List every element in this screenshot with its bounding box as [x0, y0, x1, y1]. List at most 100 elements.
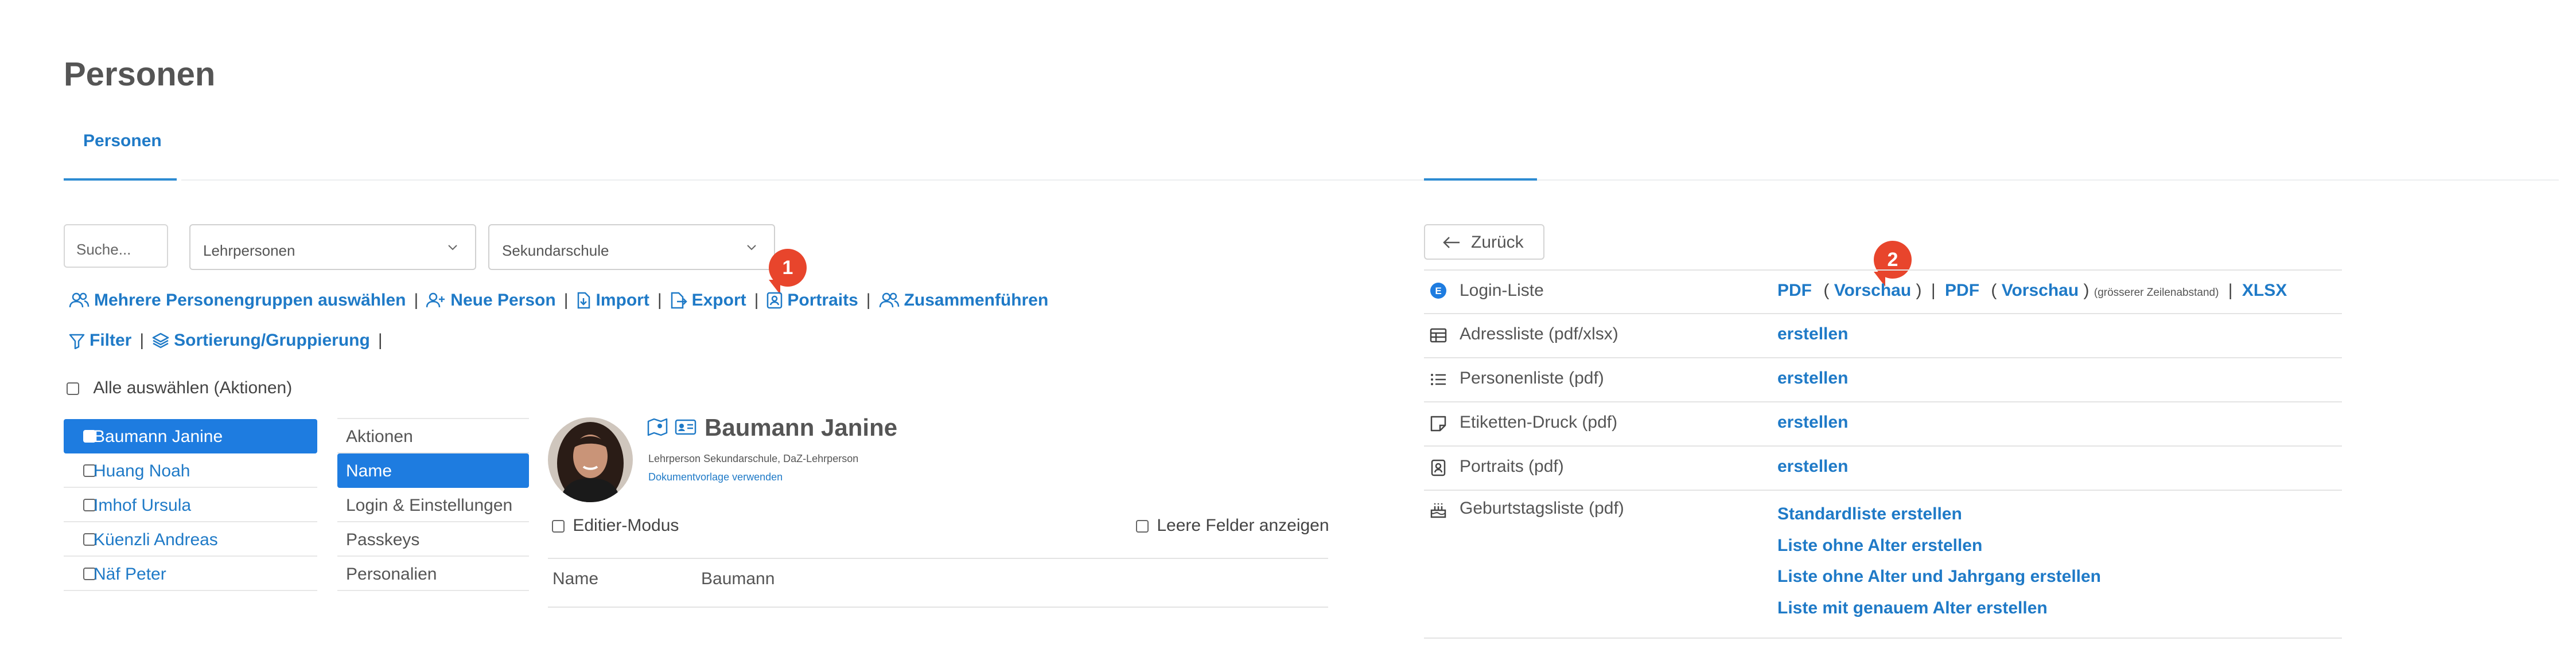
paren-open: ( [1823, 281, 1830, 300]
group-select[interactable]: Lehrpersonen [189, 224, 476, 270]
birthday-standard-link[interactable]: Standardliste erstellen [1777, 504, 1962, 524]
person-name: Baumann Janine [94, 427, 223, 446]
edit-mode-checkbox[interactable] [552, 520, 565, 533]
subnav-label: Personalien [346, 565, 437, 584]
chevron-down-icon [747, 245, 756, 251]
separator: | [866, 291, 871, 310]
row-label: Login-Liste [1460, 281, 1544, 300]
paren-open: ( [1991, 281, 1997, 300]
create-link[interactable]: erstellen [1777, 413, 1848, 432]
portraits-button[interactable]: Portraits [766, 291, 858, 310]
import-button[interactable]: Import [576, 291, 649, 310]
row-label: Portraits (pdf) [1460, 457, 1564, 476]
new-person-label: Neue Person [450, 291, 556, 310]
group-select-value: Lehrpersonen [203, 242, 295, 259]
svg-text:E: E [1435, 285, 1441, 296]
create-link[interactable]: erstellen [1777, 324, 1848, 344]
id-card-icon[interactable] [675, 419, 696, 435]
birthday-no-age-link[interactable]: Liste ohne Alter erstellen [1777, 536, 1982, 556]
tab-bar-line [181, 179, 1570, 181]
page-title: Personen [64, 56, 216, 93]
person-item[interactable]: Baumann Janine [64, 419, 317, 453]
portrait-icon [767, 292, 783, 309]
export-row-persons: Personenliste (pdf) erstellen [1424, 358, 2342, 402]
birthday-no-age-year-link[interactable]: Liste ohne Alter und Jahrgang erstellen [1777, 567, 2101, 586]
paren-close: ) [2083, 281, 2089, 300]
preview-large-link[interactable]: Vorschau [2002, 281, 2079, 300]
subnav-label: Name [346, 461, 392, 480]
person-item[interactable]: Imhof Ursula [64, 488, 317, 522]
select-all-label: Alle auswählen (Aktionen) [93, 378, 293, 397]
pdf-large-link[interactable]: PDF [1945, 281, 1979, 300]
xlsx-link[interactable]: XLSX [2242, 281, 2287, 300]
export-row-login: E Login-Liste PDF ( Vorschau ) | PDF ( V… [1424, 271, 2342, 314]
separator: | [139, 331, 145, 350]
person-detail-name: Baumann Janine [705, 414, 898, 441]
portrait-icon [1431, 459, 1446, 476]
empty-fields-checkbox[interactable] [1136, 520, 1149, 533]
school-select-value: Sekundarschule [502, 242, 609, 259]
user-plus-icon [426, 292, 445, 308]
subnav-item-personalien[interactable]: Personalien [337, 557, 529, 591]
separator: | [563, 291, 569, 310]
file-export-icon [671, 292, 687, 309]
filter-button[interactable]: Filter [69, 331, 131, 350]
separator: | [414, 291, 419, 310]
tab-bar-line-right [1543, 179, 2559, 181]
preview-link[interactable]: Vorschau [1834, 281, 1912, 300]
export-label: Export [691, 291, 746, 310]
export-row-portraits: Portraits (pdf) erstellen [1424, 447, 2342, 491]
map-user-icon[interactable] [647, 418, 668, 436]
edit-mode-toggle[interactable]: Editier-Modus [552, 516, 679, 535]
pdf-link[interactable]: PDF [1777, 281, 1812, 300]
subnav-item-name[interactable]: Name [337, 453, 529, 488]
layers-icon [152, 333, 169, 349]
users-icon [69, 292, 90, 308]
tab-active-indicator [64, 178, 177, 181]
person-detail-subtitle: Lehrperson Sekundarschule, DaZ-Lehrperso… [648, 453, 859, 464]
export-button[interactable]: Export [670, 291, 746, 310]
row-label: Personenliste (pdf) [1460, 369, 1604, 388]
field-label-name: Name [552, 569, 599, 588]
person-item[interactable]: Huang Noah [64, 453, 317, 488]
sort-group-button[interactable]: Sortierung/Gruppierung [152, 331, 370, 350]
separator: | [1931, 281, 1936, 300]
row-label: Geburtstagsliste (pdf) [1460, 499, 1624, 518]
edit-mode-label: Editier-Modus [573, 516, 679, 535]
tab-indicator-right [1424, 178, 1537, 181]
select-all-checkbox[interactable] [67, 382, 79, 395]
create-link[interactable]: erstellen [1777, 457, 1848, 476]
portraits-label: Portraits [787, 291, 858, 310]
empty-fields-label: Leere Felder anzeigen [1157, 516, 1329, 535]
filter-label: Filter [90, 331, 132, 350]
person-name: Näf Peter [94, 565, 166, 584]
subnav-item-login[interactable]: Login & Einstellungen [337, 488, 529, 522]
empty-fields-toggle[interactable]: Leere Felder anzeigen [1136, 516, 1329, 535]
select-all[interactable]: Alle auswählen (Aktionen) [67, 378, 292, 398]
school-select[interactable]: Sekundarschule [488, 224, 775, 270]
merge-button[interactable]: Zusammenführen [879, 291, 1048, 310]
separator: | [2228, 281, 2233, 300]
sticky-note-icon [1430, 416, 1446, 432]
sort-group-label: Sortierung/Gruppierung [174, 331, 370, 350]
back-button[interactable]: Zurück [1424, 224, 1544, 260]
person-item[interactable]: Näf Peter [64, 557, 317, 591]
export-row-address: Adressliste (pdf/xlsx) erstellen [1424, 314, 2342, 358]
multi-groups-label: Mehrere Personengruppen auswählen [94, 291, 406, 310]
separator: | [657, 291, 662, 310]
divider [548, 607, 1328, 608]
paren-close: ) [1916, 281, 1922, 300]
separator: | [754, 291, 759, 310]
person-item[interactable]: Küenzli Andreas [64, 522, 317, 557]
doc-template-link[interactable]: Dokumentvorlage verwenden [648, 471, 783, 483]
login-list-actions: PDF ( Vorschau ) | PDF ( Vorschau ) (grö… [1777, 281, 2287, 300]
create-link[interactable]: erstellen [1777, 369, 1848, 388]
subnav-item-passkeys[interactable]: Passkeys [337, 522, 529, 557]
tab-personen[interactable]: Personen [83, 131, 162, 151]
divider [548, 558, 1328, 559]
birthday-exact-age-link[interactable]: Liste mit genauem Alter erstellen [1777, 599, 2048, 618]
new-person-button[interactable]: Neue Person [426, 291, 556, 310]
subnav-item-aktionen[interactable]: Aktionen [337, 419, 529, 453]
search-input[interactable]: Suche... [64, 224, 168, 268]
multi-groups-button[interactable]: Mehrere Personengruppen auswählen [69, 291, 406, 310]
